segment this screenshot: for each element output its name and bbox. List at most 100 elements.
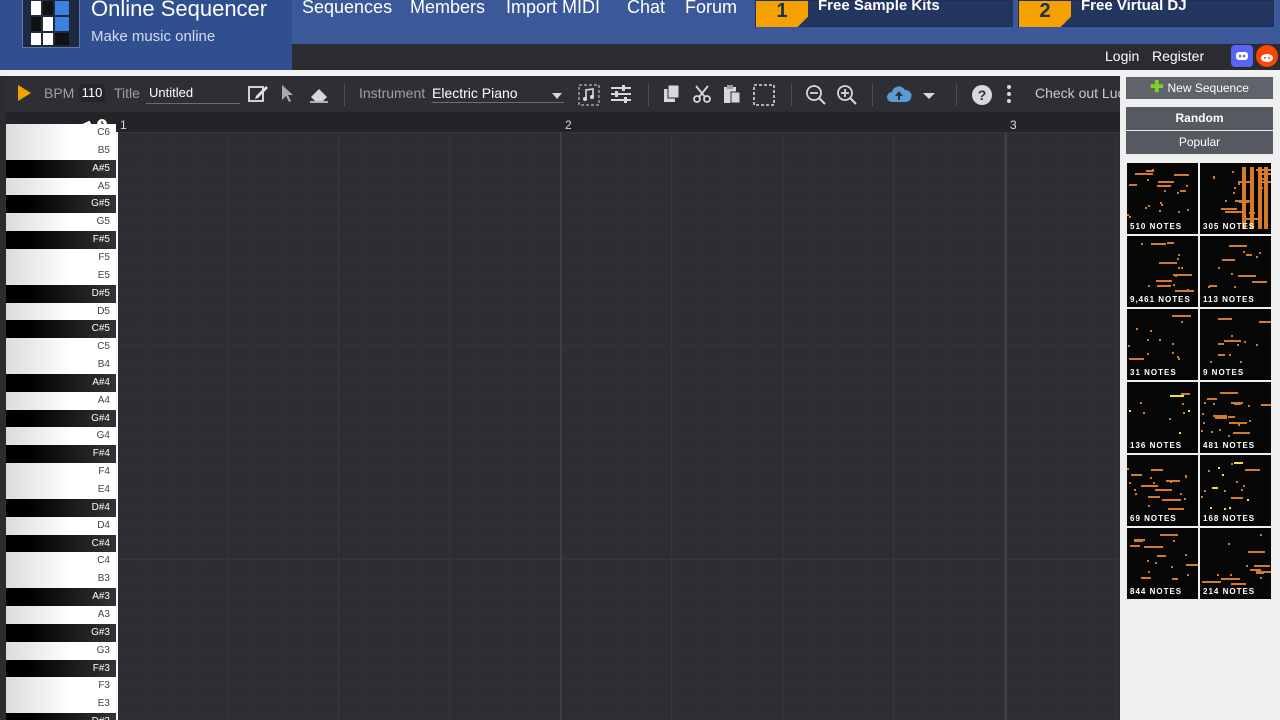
piano-key[interactable]: D4	[6, 516, 116, 535]
sequence-thumbnail[interactable]: 305 NOTES	[1200, 163, 1271, 234]
note-grid[interactable]	[118, 132, 1120, 720]
pencil-icon[interactable]	[247, 84, 269, 108]
note-mark	[1170, 395, 1184, 397]
note-mark	[1155, 562, 1157, 564]
piano-key[interactable]: F#3	[6, 659, 116, 678]
piano-key[interactable]: F#5	[6, 231, 116, 250]
cloud-upload-icon[interactable]	[886, 84, 912, 108]
brand-home-link[interactable]: Online Sequencer Make music online	[0, 0, 292, 70]
piano-key[interactable]: B4	[6, 356, 116, 375]
sequence-thumbnail[interactable]: 510 NOTES	[1127, 163, 1198, 234]
login-link[interactable]: Login	[1105, 48, 1139, 64]
piano-key[interactable]: G5	[6, 213, 116, 232]
piano-key[interactable]: D#5	[6, 284, 116, 303]
nav-import-midi[interactable]: Import MIDI	[506, 0, 600, 18]
nav-sequences[interactable]: Sequences	[302, 0, 392, 18]
help-icon[interactable]: ?	[971, 84, 993, 110]
piano-key[interactable]: G4	[6, 427, 116, 446]
sequence-thumbnail[interactable]: 168 NOTES	[1200, 455, 1271, 526]
piano-key[interactable]: F5	[6, 248, 116, 267]
register-link[interactable]: Register	[1152, 48, 1204, 64]
sequence-thumbnail[interactable]: 69 NOTES	[1127, 455, 1198, 526]
note-mark	[1153, 482, 1155, 484]
piano-key[interactable]: G3	[6, 641, 116, 660]
piano-key[interactable]: A4	[6, 391, 116, 410]
sequence-thumbnail[interactable]: 113 NOTES	[1200, 236, 1271, 307]
thumbnail-note-count: 113 NOTES	[1203, 295, 1255, 304]
piano-key[interactable]: B5	[6, 141, 116, 160]
note-mark	[1172, 343, 1174, 345]
piano-key[interactable]: A3	[6, 605, 116, 624]
play-icon[interactable]	[16, 84, 32, 106]
sequence-thumbnail[interactable]: 31 NOTES	[1127, 309, 1198, 380]
note-mark	[1169, 418, 1171, 420]
piano-key[interactable]: A#5	[6, 159, 116, 178]
random-tab[interactable]: Random	[1126, 107, 1273, 130]
piano-key[interactable]: E3	[6, 695, 116, 714]
eraser-icon[interactable]	[308, 84, 330, 108]
new-sequence-button[interactable]: ✚ New Sequence	[1126, 77, 1273, 99]
note-mark	[1247, 499, 1249, 501]
piano-key[interactable]: E5	[6, 266, 116, 285]
piano-key[interactable]: C4	[6, 552, 116, 571]
sequence-thumbnail[interactable]: 844 NOTES	[1127, 528, 1198, 599]
more-options-icon[interactable]	[1005, 84, 1013, 108]
sequence-thumbnail[interactable]: 9 NOTES	[1200, 309, 1271, 380]
chevron-down-icon[interactable]	[551, 86, 563, 106]
piano-key[interactable]: F#4	[6, 445, 116, 464]
zoom-out-icon[interactable]	[805, 84, 827, 110]
piano-key[interactable]: D#4	[6, 498, 116, 517]
thumbnail-note-count: 481 NOTES	[1203, 441, 1256, 450]
save-options-chevron-icon[interactable]	[922, 86, 936, 106]
piano-key[interactable]: B3	[6, 570, 116, 589]
paste-icon[interactable]	[722, 84, 742, 108]
piano-key[interactable]: F3	[6, 677, 116, 696]
piano-key[interactable]: C#4	[6, 534, 116, 553]
piano-key[interactable]: A#3	[6, 588, 116, 607]
zoom-in-icon[interactable]	[836, 84, 858, 110]
promo-text[interactable]: Check out Luc	[1035, 85, 1125, 101]
piano-key[interactable]: G#3	[6, 623, 116, 642]
ad-number-badge: 1	[756, 1, 808, 27]
note-mark	[1233, 432, 1250, 434]
select-cursor-icon[interactable]	[280, 84, 294, 108]
cut-icon[interactable]	[692, 84, 712, 108]
reddit-icon[interactable]	[1256, 45, 1278, 67]
discord-icon[interactable]	[1231, 45, 1253, 67]
sequence-thumbnail[interactable]: 214 NOTES	[1200, 528, 1271, 599]
piano-key[interactable]: A#4	[6, 373, 116, 392]
note-mark	[1231, 497, 1243, 499]
popular-tab[interactable]: Popular	[1126, 131, 1273, 154]
piano-key[interactable]: E4	[6, 481, 116, 499]
piano-key[interactable]: A5	[6, 177, 116, 196]
piano-key[interactable]: C6	[6, 124, 116, 142]
sliders-icon[interactable]	[610, 84, 632, 108]
note-mark	[1243, 251, 1245, 253]
music-select-icon[interactable]	[578, 84, 600, 110]
sequence-thumbnail[interactable]: 136 NOTES	[1127, 382, 1198, 453]
piano-key[interactable]: D5	[6, 302, 116, 321]
nav-members[interactable]: Members	[410, 0, 485, 18]
select-all-icon[interactable]	[753, 84, 775, 110]
bpm-input[interactable]: 110	[79, 84, 105, 102]
piano-key[interactable]: G#5	[6, 195, 116, 214]
timeline-ruler[interactable]: 1 2 3	[6, 112, 1120, 132]
title-input[interactable]: Untitled	[146, 84, 240, 104]
sequence-thumbnail[interactable]: 481 NOTES	[1200, 382, 1271, 453]
ad-free-virtual-dj[interactable]: 2 Free Virtual DJ	[1018, 0, 1274, 27]
instrument-select[interactable]: Electric Piano	[432, 85, 564, 103]
note-mark	[1148, 505, 1150, 507]
nav-forum[interactable]: Forum	[685, 0, 737, 18]
note-mark	[1135, 493, 1137, 495]
piano-key[interactable]: G#4	[6, 409, 116, 428]
copy-icon[interactable]	[662, 84, 682, 108]
nav-chat[interactable]: Chat	[627, 0, 665, 18]
piano-key[interactable]: C#5	[6, 320, 116, 339]
note-mark	[1234, 245, 1247, 247]
ad-free-sample-kits[interactable]: 1 Free Sample Kits	[755, 0, 1013, 27]
note-mark	[1147, 560, 1149, 562]
piano-key[interactable]: C5	[6, 338, 116, 357]
sequence-thumbnail[interactable]: 9,461 NOTES	[1127, 236, 1198, 307]
piano-key[interactable]: D#3	[6, 713, 116, 720]
piano-key[interactable]: F4	[6, 463, 116, 482]
